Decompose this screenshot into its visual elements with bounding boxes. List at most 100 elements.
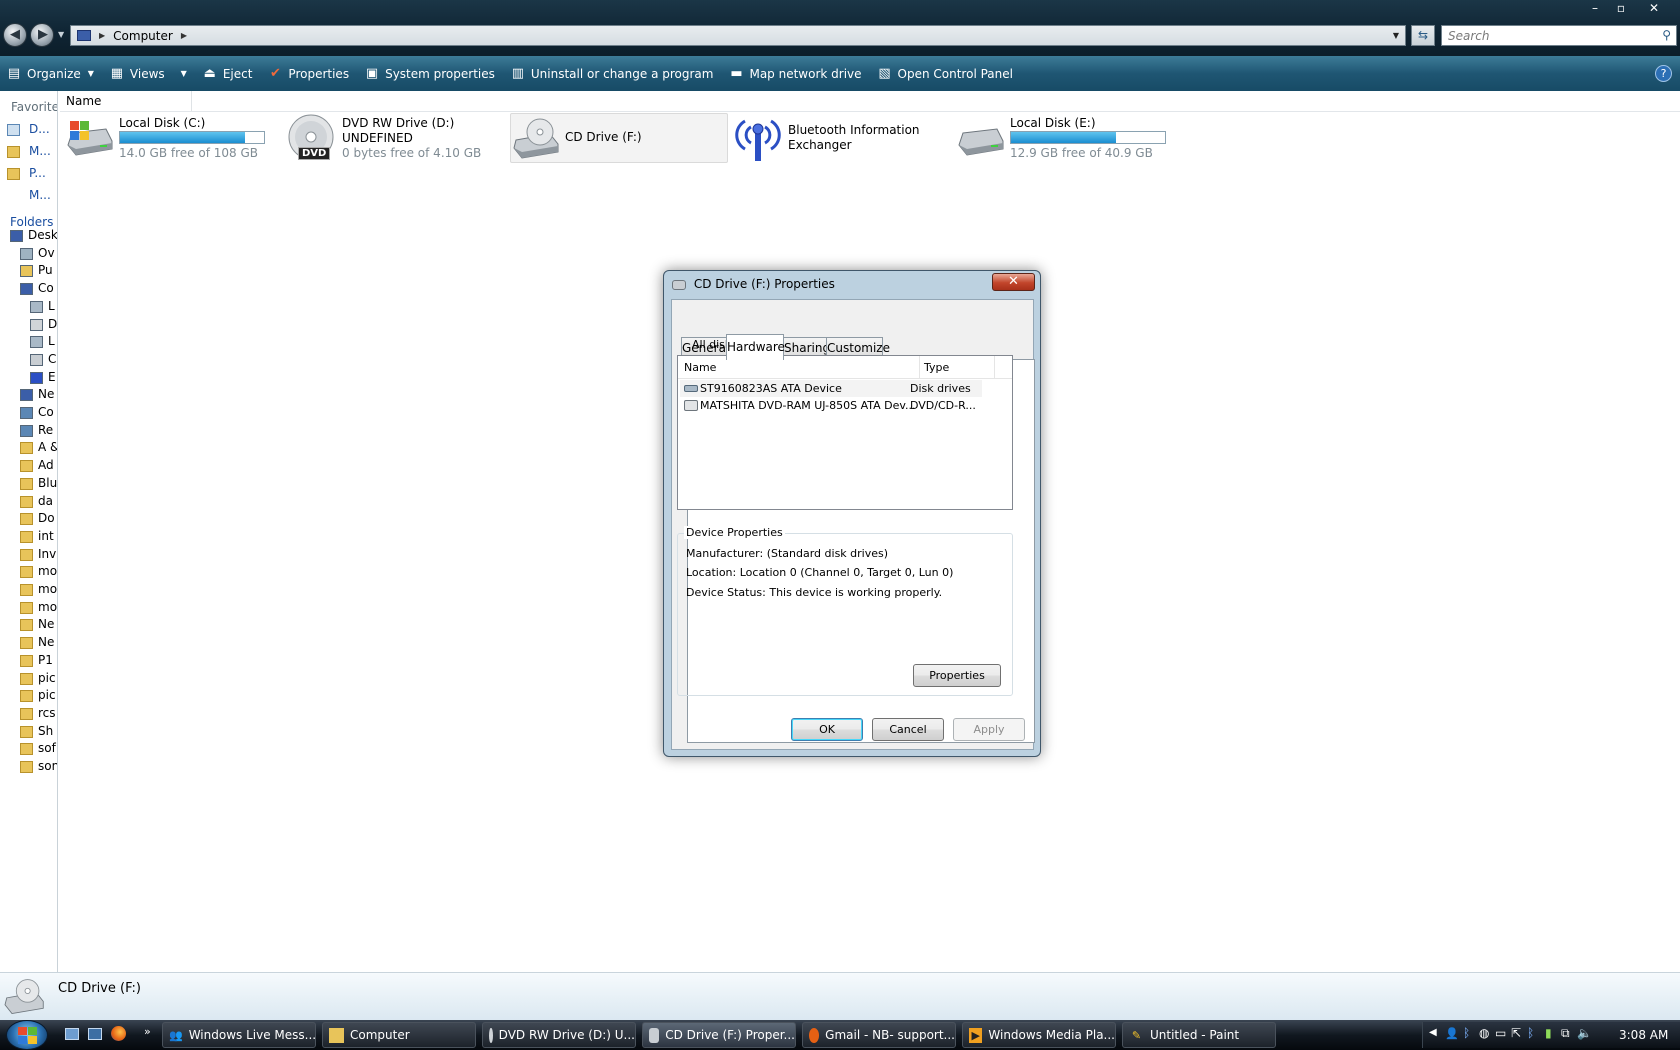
folder-tree-item[interactable]: Ne — [0, 616, 57, 634]
user-tray-icon[interactable]: 👤 — [1445, 1027, 1459, 1040]
bluetooth-tray-icon[interactable]: ᛒ — [1527, 1026, 1534, 1040]
search-input[interactable]: Search ⚲ — [1441, 25, 1677, 46]
battery-tray-icon[interactable]: ▮ — [1545, 1026, 1552, 1040]
cancel-button[interactable]: Cancel — [872, 718, 944, 741]
drive-item-local-e[interactable]: Local Disk (E:) 12.9 GB free of 40.9 GB — [955, 113, 1167, 165]
folder-tree-item[interactable]: Ne — [0, 386, 57, 404]
eject-button[interactable]: ⏏ Eject — [196, 56, 259, 91]
folder-tree-item[interactable]: Ad — [0, 457, 57, 475]
properties-button[interactable]: ✔ Properties — [261, 56, 355, 91]
taskbar-item-computer[interactable]: Computer — [322, 1022, 476, 1048]
uninstall-program-button[interactable]: ▥ Uninstall or change a program — [504, 56, 720, 91]
folder-tree-item[interactable]: pic — [0, 670, 57, 688]
address-dropdown-icon[interactable]: ▼ — [1393, 31, 1399, 40]
tab-hardware[interactable]: Hardware — [726, 334, 785, 360]
minimize-button[interactable]: – — [1582, 0, 1608, 18]
drive-item-cd-f[interactable]: CD Drive (F:) — [510, 113, 728, 163]
folder-tree-item[interactable]: D — [0, 316, 57, 334]
taskbar-item-gmail[interactable]: Gmail - NB- support... — [802, 1022, 956, 1048]
taskbar-item-cd-drive-properties[interactable]: CD Drive (F:) Proper... — [642, 1022, 796, 1048]
folder-tree-item[interactable]: Desk — [0, 227, 57, 245]
network-tray-icon[interactable]: ⧉ — [1561, 1026, 1570, 1041]
folder-tree-item[interactable]: L — [0, 298, 57, 316]
folder-tree-item[interactable]: Inv — [0, 546, 57, 564]
list-header-type[interactable]: Type — [924, 361, 949, 374]
favorite-link[interactable]: D... — [0, 122, 57, 140]
folder-tree-item[interactable]: A & — [0, 439, 57, 457]
folder-tree-item[interactable]: Re — [0, 422, 57, 440]
ok-button[interactable]: OK — [791, 718, 863, 741]
folder-tree-item[interactable]: sof — [0, 740, 57, 758]
favorite-link[interactable]: P... — [0, 166, 57, 184]
firefox-icon[interactable] — [111, 1026, 126, 1041]
taskbar-item-dvd-drive[interactable]: DVD RW Drive (D:) U... — [482, 1022, 636, 1048]
apply-button[interactable]: Apply — [953, 718, 1025, 741]
forward-button[interactable]: ▶ — [30, 23, 54, 47]
bluetooth-exchanger-item[interactable]: Bluetooth Information Exchanger — [733, 113, 945, 165]
taskbar-item-messenger[interactable]: 👥 Windows Live Mess... — [162, 1022, 316, 1048]
clock[interactable]: 3:08 AM — [1619, 1028, 1668, 1042]
favorite-link[interactable]: M... — [0, 144, 57, 162]
show-hidden-icons-button[interactable]: ◀ — [1429, 1027, 1437, 1038]
views-button[interactable]: ▦ Views ▼ — [103, 56, 193, 91]
recent-pages-chevron-icon[interactable]: ▼ — [58, 30, 64, 39]
folder-tree-item[interactable]: C — [0, 351, 57, 369]
dialog-close-button[interactable]: ✕ — [992, 273, 1035, 291]
column-header-name[interactable]: Name — [66, 94, 101, 108]
folder-tree-item[interactable]: Pu — [0, 262, 57, 280]
search-icon[interactable]: ⚲ — [1662, 28, 1671, 42]
favorite-link[interactable]: M... — [0, 188, 57, 206]
bluetooth-tray-icon[interactable]: ᛒ — [1463, 1026, 1470, 1040]
folder-tree-item[interactable]: Co — [0, 280, 57, 298]
taskbar-item-paint[interactable]: ✎ Untitled - Paint — [1122, 1022, 1276, 1048]
close-button[interactable]: ✕ — [1634, 0, 1674, 18]
folder-tree-item[interactable]: Ov — [0, 245, 57, 263]
map-network-drive-button[interactable]: ▬ Map network drive — [722, 56, 867, 91]
organize-button[interactable]: ▤ Organize ▼ — [0, 56, 100, 91]
folder-tree-item[interactable]: da — [0, 493, 57, 511]
disk-drives-list[interactable]: Name Type ST9160823AS ATA Device Disk dr… — [677, 355, 1013, 510]
folder-tree-item[interactable]: Sh — [0, 723, 57, 741]
refresh-button[interactable]: ⇆ — [1411, 25, 1435, 46]
security-tray-icon[interactable]: ◍ — [1479, 1026, 1489, 1040]
folder-tree-item[interactable]: int — [0, 528, 57, 546]
quick-launch-overflow-icon[interactable]: » — [144, 1025, 151, 1038]
switch-windows-icon[interactable] — [88, 1028, 102, 1040]
show-desktop-icon[interactable] — [65, 1028, 79, 1040]
device-properties-button[interactable]: Properties — [913, 664, 1001, 687]
folder-tree-item[interactable]: son — [0, 758, 57, 776]
list-header-divider[interactable] — [919, 356, 920, 378]
drive-item-local-c[interactable]: Local Disk (C:) 14.0 GB free of 108 GB — [64, 113, 276, 165]
taskbar-item-media-player[interactable]: ▶ Windows Media Pla... — [962, 1022, 1116, 1048]
back-button[interactable]: ◀ — [3, 23, 27, 47]
folder-tree-item[interactable]: Do — [0, 510, 57, 528]
maximize-button[interactable]: ▫ — [1608, 0, 1634, 18]
drive-item-dvd-d[interactable]: DVD DVD RW Drive (D:) UNDEFINED 0 bytes … — [286, 113, 498, 165]
help-button[interactable]: ? — [1655, 65, 1672, 82]
column-divider[interactable] — [191, 91, 192, 111]
folder-tree-item[interactable]: P1 — [0, 652, 57, 670]
open-control-panel-button[interactable]: ▧ Open Control Panel — [871, 56, 1019, 91]
breadcrumb-computer[interactable]: Computer — [113, 29, 173, 43]
system-properties-button[interactable]: ▣ System properties — [358, 56, 501, 91]
folder-tree-item[interactable]: mo — [0, 581, 57, 599]
folder-tree-item[interactable]: mo — [0, 599, 57, 617]
folder-tree-item[interactable]: Blu — [0, 475, 57, 493]
breadcrumb-separator-icon[interactable]: ▶ — [181, 31, 187, 40]
folder-tree-item[interactable]: pic — [0, 687, 57, 705]
folder-tree-item[interactable]: rcs — [0, 705, 57, 723]
list-header-name[interactable]: Name — [684, 361, 716, 374]
folder-tree-item[interactable]: Co — [0, 404, 57, 422]
list-header-divider[interactable] — [994, 356, 995, 378]
folder-tree-item[interactable]: L — [0, 333, 57, 351]
safely-remove-tray-icon[interactable]: ⇱ — [1511, 1026, 1521, 1040]
volume-tray-icon[interactable]: 🔈 — [1577, 1026, 1592, 1040]
dialog-titlebar[interactable]: CD Drive (F:) Properties — [672, 277, 835, 291]
monitor-tray-icon[interactable]: ▭ — [1495, 1026, 1506, 1040]
start-button[interactable] — [6, 1020, 48, 1050]
folder-tree-item[interactable]: E — [0, 369, 57, 387]
folder-tree-item[interactable]: mo — [0, 563, 57, 581]
folder-tree-item[interactable]: Ne — [0, 634, 57, 652]
address-bar[interactable]: ▶ Computer ▶ ▼ — [70, 25, 1406, 46]
list-row[interactable]: ST9160823AS ATA Device Disk drives — [680, 380, 982, 397]
